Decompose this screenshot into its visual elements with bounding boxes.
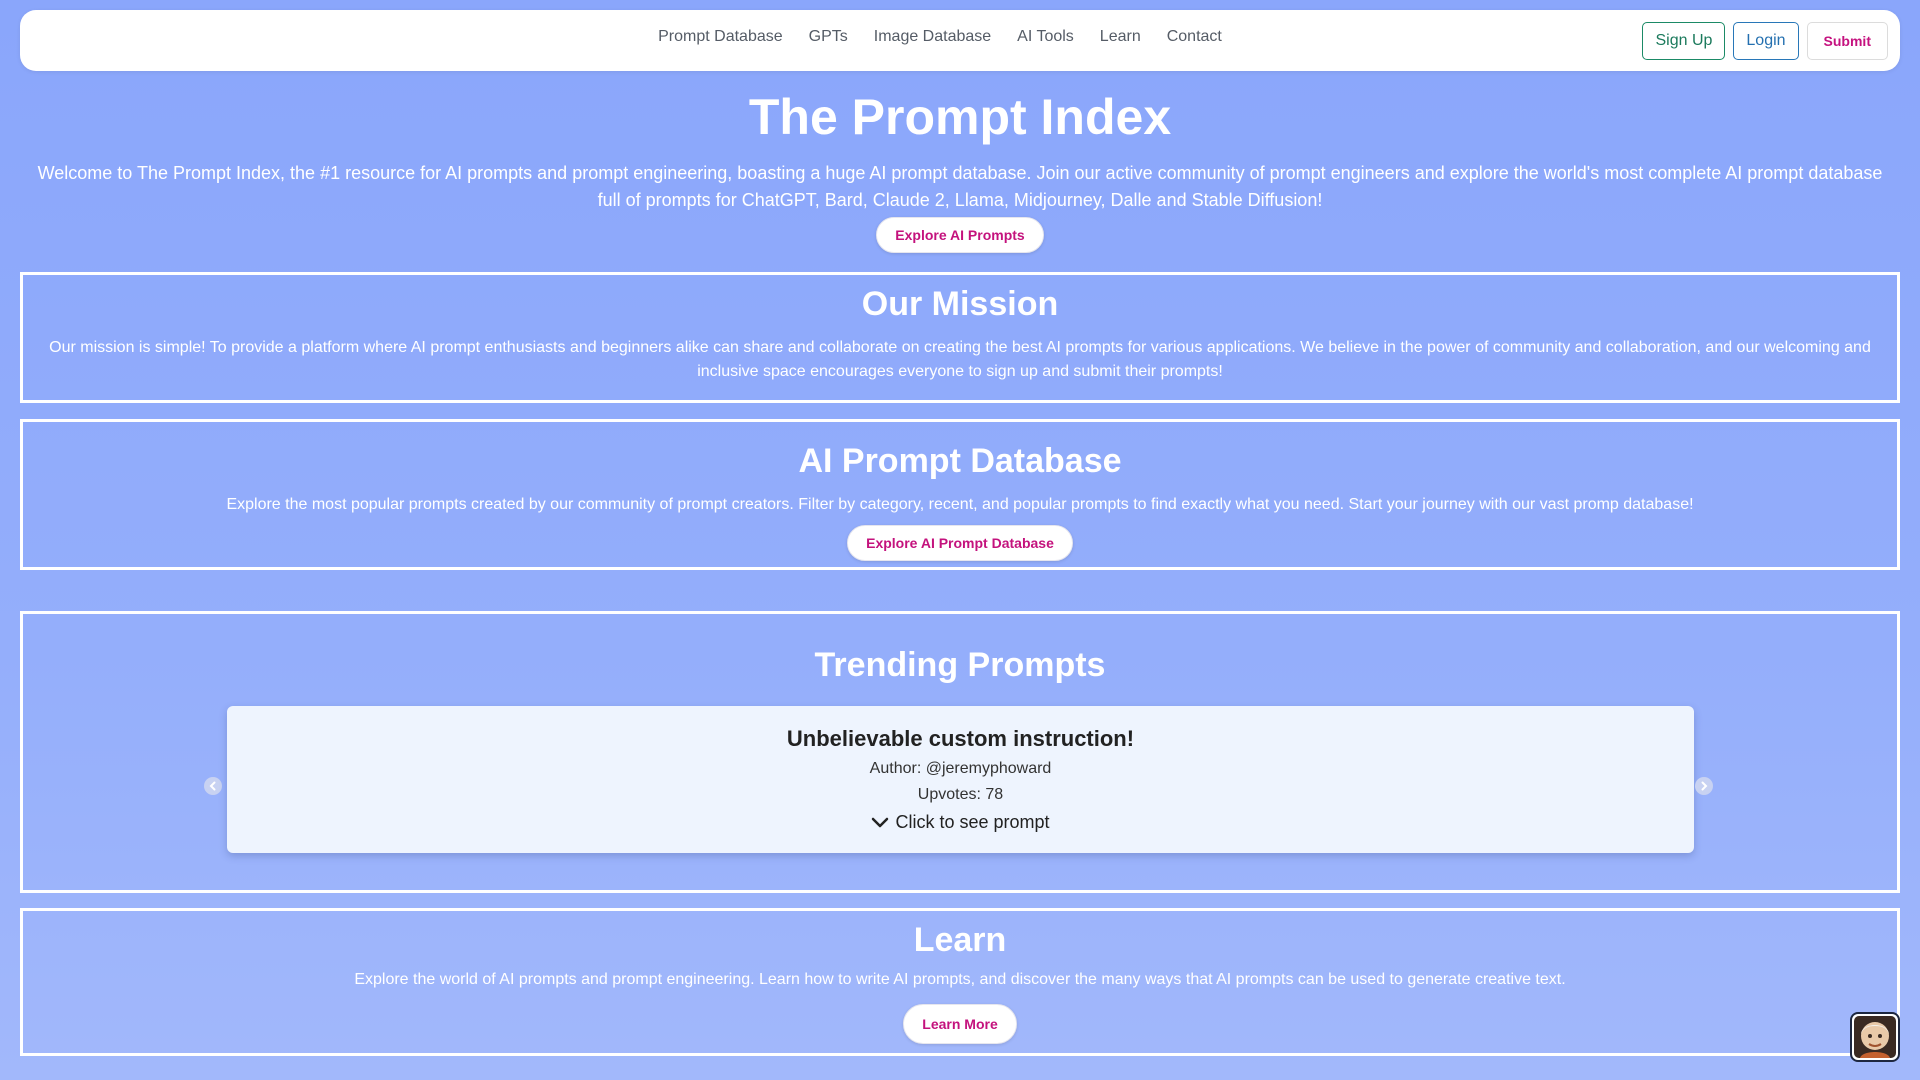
nav-links: Prompt Database GPTs Image Database AI T… bbox=[20, 10, 1900, 71]
hero-cta-wrap: Explore AI Prompts bbox=[0, 217, 1920, 253]
prompt-card-upvotes: Upvotes: 78 bbox=[917, 786, 1004, 803]
explore-ai-prompt-database-button[interactable]: Explore AI Prompt Database bbox=[847, 525, 1073, 561]
nav-link-image-database[interactable]: Image Database bbox=[874, 28, 991, 46]
trending-prompt-card: Unbelievable custom instruction! Author:… bbox=[227, 706, 1694, 853]
prompt-database-title: AI Prompt Database bbox=[798, 442, 1122, 480]
learn-title: Learn bbox=[913, 921, 1007, 959]
nav-link-learn[interactable]: Learn bbox=[1100, 28, 1141, 46]
learn-more-button[interactable]: Learn More bbox=[903, 1004, 1017, 1044]
carousel-next-button[interactable] bbox=[1695, 777, 1713, 795]
prompt-database-section: AI Prompt Database Explore the most popu… bbox=[20, 419, 1900, 570]
page-title: The Prompt Index bbox=[748, 89, 1172, 145]
prompt-card-author: Author: @jeremyphoward bbox=[869, 760, 1052, 777]
top-navbar: Prompt Database GPTs Image Database AI T… bbox=[20, 10, 1900, 71]
chevron-down-icon bbox=[872, 817, 889, 827]
nav-link-ai-tools[interactable]: AI Tools bbox=[1017, 28, 1074, 46]
login-button[interactable]: Login bbox=[1733, 22, 1799, 60]
nav-link-prompt-database[interactable]: Prompt Database bbox=[658, 28, 783, 46]
hero-description: Welcome to The Prompt Index, the #1 reso… bbox=[37, 163, 1883, 210]
see-prompt-label: Click to see prompt bbox=[895, 812, 1050, 832]
prompt-card-title: Unbelievable custom instruction! bbox=[786, 726, 1135, 751]
chat-assistant-avatar-icon bbox=[1854, 1016, 1896, 1058]
mission-section: Our Mission Our mission is simple! To pr… bbox=[20, 272, 1900, 403]
explore-ai-prompts-button[interactable]: Explore AI Prompts bbox=[876, 217, 1044, 253]
carousel-prev-button[interactable] bbox=[204, 777, 222, 795]
nav-link-gpts[interactable]: GPTs bbox=[809, 28, 848, 46]
trending-prompts-title: Trending Prompts bbox=[814, 646, 1106, 684]
trending-prompts-section: Trending Prompts Unbelievable custom ins… bbox=[20, 611, 1900, 893]
mission-text: Our mission is simple! To provide a plat… bbox=[49, 339, 1871, 380]
prompt-database-text: Explore the most popular prompts created… bbox=[226, 496, 1694, 513]
nav-link-contact[interactable]: Contact bbox=[1167, 28, 1222, 46]
chat-assistant-avatar[interactable] bbox=[1850, 1012, 1900, 1062]
chevron-right-circle-icon bbox=[1701, 781, 1708, 791]
learn-text: Explore the world of AI prompts and prom… bbox=[354, 971, 1566, 988]
learn-section: Learn Explore the world of AI prompts an… bbox=[20, 908, 1900, 1056]
submit-button[interactable]: Submit bbox=[1806, 22, 1888, 60]
nav-actions: Sign Up Login Submit bbox=[1642, 22, 1888, 60]
see-prompt-toggle[interactable]: Click to see prompt bbox=[871, 812, 1050, 833]
chevron-left-circle-icon bbox=[209, 781, 216, 791]
sign-up-button[interactable]: Sign Up bbox=[1642, 22, 1726, 60]
mission-title: Our Mission bbox=[861, 285, 1059, 323]
